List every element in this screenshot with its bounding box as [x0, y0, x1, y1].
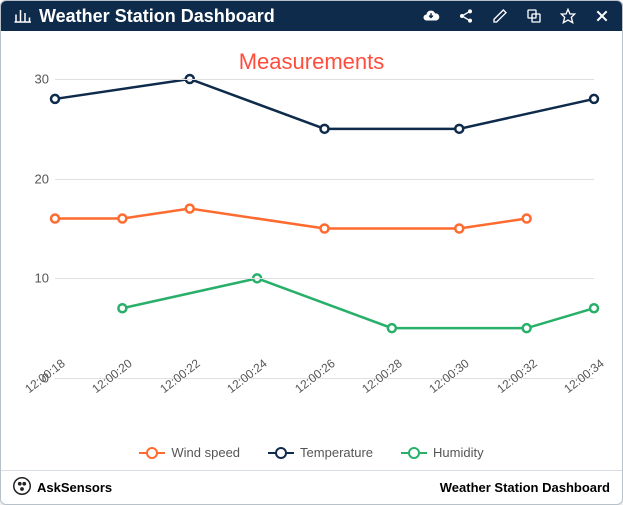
data-point[interactable] — [523, 324, 531, 332]
close-icon[interactable] — [594, 8, 610, 24]
star-icon[interactable] — [560, 8, 576, 24]
chart-title: Measurements — [19, 49, 604, 75]
data-point[interactable] — [118, 215, 126, 223]
data-point[interactable] — [118, 304, 126, 312]
x-axis-labels: 12:00:1812:00:2012:00:2212:00:2412:00:26… — [55, 379, 594, 441]
legend-label: Temperature — [300, 445, 373, 460]
data-point[interactable] — [388, 324, 396, 332]
chart-lines — [55, 79, 594, 378]
dashboard-window: Weather Station Dashboard Measuremen — [0, 0, 623, 505]
data-point[interactable] — [186, 205, 194, 213]
legend-item-wind-speed[interactable]: Wind speed — [139, 445, 240, 460]
chart-plot[interactable]: 0102030 — [55, 79, 594, 379]
data-point[interactable] — [321, 225, 329, 233]
footer-brand-text: AskSensors — [37, 480, 112, 495]
chart-panel: Measurements 0102030 12:00:1812:00:2012:… — [1, 31, 622, 470]
edit-icon[interactable] — [492, 8, 508, 24]
gridline — [55, 79, 594, 80]
titlebar: Weather Station Dashboard — [1, 1, 622, 31]
series-line — [122, 278, 594, 328]
chart-legend: Wind speed Temperature Humidity — [19, 441, 604, 470]
asksensors-logo-icon — [13, 477, 31, 498]
titlebar-actions — [422, 7, 610, 25]
legend-item-temperature[interactable]: Temperature — [268, 445, 373, 460]
series-line — [55, 79, 594, 129]
data-point[interactable] — [51, 95, 59, 103]
data-point[interactable] — [51, 215, 59, 223]
data-point[interactable] — [523, 215, 531, 223]
legend-swatch-icon — [268, 448, 294, 458]
data-point[interactable] — [321, 125, 329, 133]
share-icon[interactable] — [458, 8, 474, 24]
data-point[interactable] — [590, 95, 598, 103]
legend-label: Wind speed — [171, 445, 240, 460]
chart-bar-icon — [13, 7, 31, 25]
data-point[interactable] — [455, 225, 463, 233]
footer-right-text: Weather Station Dashboard — [440, 480, 610, 495]
gridline — [55, 179, 594, 180]
data-point[interactable] — [590, 304, 598, 312]
gridline — [55, 278, 594, 279]
y-tick-label: 30 — [19, 72, 49, 87]
legend-swatch-icon — [401, 448, 427, 458]
footer-brand[interactable]: AskSensors — [13, 477, 112, 498]
window-title: Weather Station Dashboard — [13, 6, 414, 27]
data-point[interactable] — [455, 125, 463, 133]
window-title-text: Weather Station Dashboard — [39, 6, 275, 27]
copy-icon[interactable] — [526, 8, 542, 24]
legend-swatch-icon — [139, 448, 165, 458]
legend-label: Humidity — [433, 445, 484, 460]
y-tick-label: 10 — [19, 271, 49, 286]
cloud-download-icon[interactable] — [422, 7, 440, 25]
y-tick-label: 20 — [19, 171, 49, 186]
footer: AskSensors Weather Station Dashboard — [1, 470, 622, 504]
legend-item-humidity[interactable]: Humidity — [401, 445, 484, 460]
